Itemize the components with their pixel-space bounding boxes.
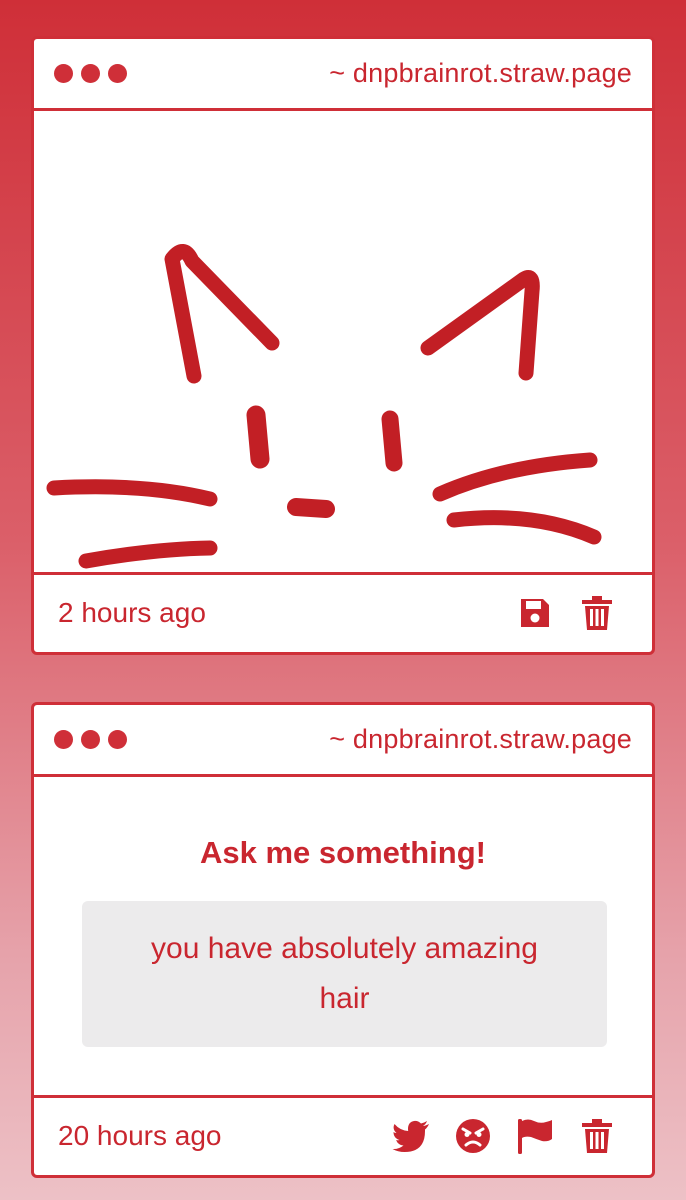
question-body: Ask me something! you have absolutely am… <box>34 777 652 1098</box>
left-whisker-top <box>46 479 218 507</box>
card-actions <box>516 594 616 632</box>
window-dot <box>81 64 100 83</box>
page-url: ~ dnpbrainrot.straw.page <box>329 58 632 88</box>
angry-face-icon[interactable] <box>454 1117 492 1155</box>
trash-icon[interactable] <box>578 1117 616 1155</box>
timestamp: 20 hours ago <box>58 1120 222 1151</box>
question-prompt: Ask me something! <box>200 835 486 870</box>
right-ear-stroke <box>420 270 540 381</box>
trash-icon[interactable] <box>578 594 616 632</box>
window-titlebar: ~ dnpbrainrot.straw.page <box>34 39 652 111</box>
flag-icon[interactable] <box>516 1117 554 1155</box>
window-controls <box>54 730 127 749</box>
right-whisker-bottom <box>446 510 602 545</box>
left-whisker-bottom <box>78 540 218 569</box>
window-titlebar: ~ dnpbrainrot.straw.page <box>34 705 652 777</box>
window-dot <box>81 730 100 749</box>
right-whisker-top <box>432 452 598 502</box>
page-url: ~ dnpbrainrot.straw.page <box>329 724 632 754</box>
card-actions <box>392 1117 616 1155</box>
timestamp: 2 hours ago <box>58 597 206 628</box>
window-dot <box>108 730 127 749</box>
left-eye-stroke <box>246 405 270 469</box>
card-footer: 2 hours ago <box>34 575 652 651</box>
window-dot <box>108 64 127 83</box>
save-icon[interactable] <box>516 594 554 632</box>
drawing-card: ~ dnpbrainrot.straw.page 2 hours ago <box>31 36 655 655</box>
window-controls <box>54 64 127 83</box>
left-ear-stroke <box>164 244 280 384</box>
window-dot <box>54 64 73 83</box>
right-eye-stroke <box>381 410 403 472</box>
cat-drawing <box>34 111 652 575</box>
twitter-icon[interactable] <box>392 1117 430 1155</box>
nose-stroke <box>287 498 335 518</box>
card-footer: 20 hours ago <box>34 1098 652 1174</box>
question-text: you have absolutely amazing hair <box>82 901 607 1047</box>
question-card: ~ dnpbrainrot.straw.page Ask me somethin… <box>31 702 655 1178</box>
window-dot <box>54 730 73 749</box>
cat-doodle-image <box>46 244 602 569</box>
